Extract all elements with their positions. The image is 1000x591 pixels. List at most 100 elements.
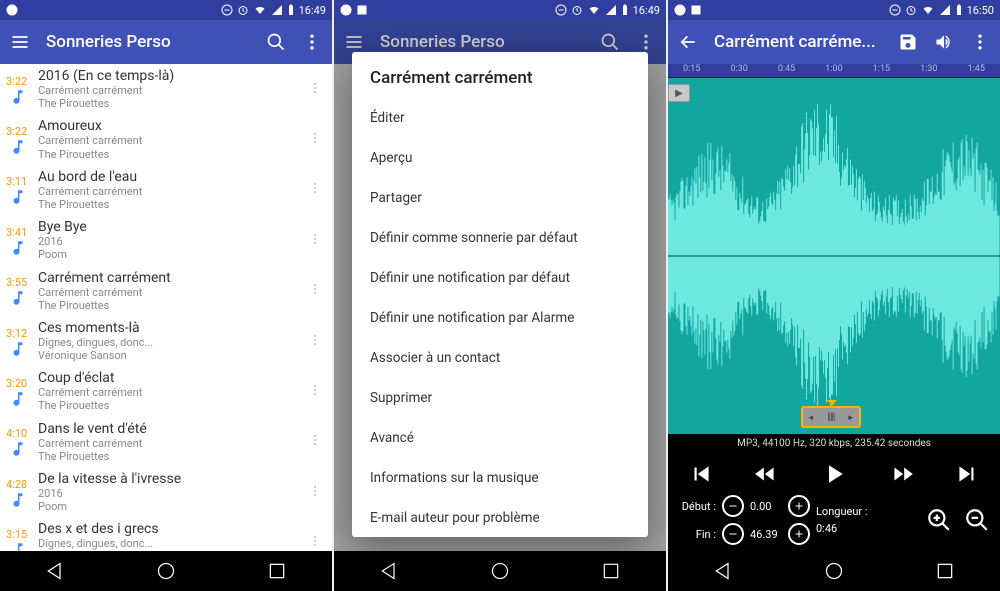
nav-home[interactable] [490, 561, 510, 581]
nav-recent[interactable] [601, 561, 621, 581]
end-minus-button[interactable] [722, 523, 744, 545]
start-value: 0.00 [750, 500, 782, 513]
spotify-icon [340, 4, 352, 16]
song-artist: The Pirouettes [38, 148, 308, 161]
save-button[interactable] [898, 32, 918, 52]
alarm-icon [905, 4, 917, 16]
dialog-item[interactable]: Informations sur la musique [352, 458, 648, 498]
spotify-icon [6, 4, 18, 16]
song-duration: 3:55 [6, 274, 34, 289]
song-more-button[interactable] [308, 432, 322, 451]
song-row[interactable]: 3:222016 (En ce temps-là)Carrément carré… [0, 64, 332, 114]
app-bar: Sonneries Perso [0, 20, 332, 64]
zoom-out-button[interactable] [964, 507, 990, 533]
overflow-button[interactable] [302, 32, 322, 52]
nav-recent[interactable] [935, 561, 955, 581]
play-button[interactable] [819, 459, 849, 489]
overflow-button[interactable] [970, 32, 990, 52]
song-more-button[interactable] [308, 231, 322, 250]
waveform[interactable]: ▶ ||||| [668, 78, 1000, 434]
dialog-item[interactable]: Définir une notification par Alarme [352, 298, 648, 338]
dialog-item[interactable]: Avancé [352, 418, 648, 458]
song-more-button[interactable] [308, 483, 322, 502]
song-duration: 3:20 [6, 375, 34, 390]
song-more-button[interactable] [308, 180, 322, 199]
dialog-item[interactable]: Définir comme sonnerie par défaut [352, 218, 648, 258]
song-row[interactable]: 3:55Carrément carrémentCarrément carréme… [0, 266, 332, 316]
trim-start-handle[interactable]: ▶ [668, 84, 690, 102]
song-row[interactable]: 3:41Bye Bye2016Poom [0, 215, 332, 265]
song-duration: 3:11 [6, 173, 34, 188]
song-row[interactable]: 3:11Au bord de l'eauCarrément carrémentT… [0, 165, 332, 215]
status-bar: 16:50 [668, 0, 1000, 20]
forward-button[interactable] [889, 461, 915, 487]
volume-icon [934, 32, 954, 52]
song-artist: Poom [38, 500, 308, 513]
song-more-button[interactable] [308, 332, 322, 351]
menu-button[interactable] [10, 32, 30, 52]
song-artist: The Pirouettes [38, 450, 308, 463]
dialog-item[interactable]: Éditer [352, 98, 648, 138]
song-row[interactable]: 4:28De la vitesse à l'ivresse2016Poom [0, 467, 332, 517]
song-album: 2016 [38, 235, 308, 248]
song-album: Carrément carrément [38, 386, 308, 399]
music-note-icon [6, 138, 30, 156]
search-button[interactable] [266, 32, 286, 52]
context-dialog: Carrément carrément ÉditerAperçuPartager… [352, 52, 648, 537]
back-button[interactable] [678, 32, 698, 52]
search-icon [266, 32, 286, 52]
nav-recent[interactable] [267, 561, 287, 581]
dialog-item[interactable]: Supprimer [352, 378, 648, 418]
music-note-icon [6, 390, 30, 408]
nav-back[interactable] [45, 561, 65, 581]
status-time: 16:50 [967, 4, 994, 17]
song-album: Carrément carrément [38, 84, 308, 97]
dialog-item[interactable]: Partager [352, 178, 648, 218]
scrub-thumb[interactable]: ||||| [801, 406, 861, 428]
dialog-item[interactable]: Définir une notification par défaut [352, 258, 648, 298]
song-more-button[interactable] [308, 533, 322, 551]
nav-home[interactable] [156, 561, 176, 581]
song-list[interactable]: 3:222016 (En ce temps-là)Carrément carré… [0, 64, 332, 551]
song-title: Au bord de l'eau [38, 169, 308, 185]
song-row[interactable]: 3:20Coup d'éclatCarrément carrémentThe P… [0, 366, 332, 416]
song-duration: 3:22 [6, 123, 34, 138]
skip-end-button[interactable] [954, 461, 980, 487]
song-duration: 4:10 [6, 425, 34, 440]
signal-icon [939, 4, 951, 16]
song-more-button[interactable] [308, 80, 322, 99]
start-minus-button[interactable] [722, 495, 744, 517]
song-duration: 3:15 [6, 526, 34, 541]
dialog-item[interactable]: Aperçu [352, 138, 648, 178]
zoom-in-button[interactable] [926, 507, 952, 533]
nav-back[interactable] [713, 561, 733, 581]
start-plus-button[interactable] [788, 495, 810, 517]
trim-fields: Début : 0.00 Fin : 46.39 Longueur : 0:46 [668, 495, 1000, 551]
hamburger-icon [10, 32, 30, 52]
song-row[interactable]: 3:15Des x et des i grecsDignes, dingues,… [0, 517, 332, 551]
dialog-item[interactable]: Associer à un contact [352, 338, 648, 378]
song-more-button[interactable] [308, 130, 322, 149]
nav-home[interactable] [824, 561, 844, 581]
nav-back[interactable] [379, 561, 399, 581]
song-title: Ces moments-là [38, 320, 308, 336]
song-more-button[interactable] [308, 281, 322, 300]
song-more-button[interactable] [308, 382, 322, 401]
song-artist: The Pirouettes [38, 198, 308, 211]
battery-icon [955, 4, 963, 16]
dialog-item[interactable]: E-mail auteur pour problème [352, 498, 648, 537]
volume-button[interactable] [934, 32, 954, 52]
end-plus-button[interactable] [788, 523, 810, 545]
skip-start-button[interactable] [688, 461, 714, 487]
timeline-ruler: 0:150:300:451:001:151:301:45 [668, 64, 1000, 78]
song-row[interactable]: 3:22AmoureuxCarrément carrémentThe Pirou… [0, 114, 332, 164]
song-artist: The Pirouettes [38, 97, 308, 110]
song-album: 2016 [38, 487, 308, 500]
screen-context-menu: 16:49 Sonneries Perso Carrément carrémen… [334, 0, 666, 591]
song-row[interactable]: 3:12Ces moments-làDignes, dingues, donc.… [0, 316, 332, 366]
wifi-icon [587, 4, 601, 16]
song-duration: 3:22 [6, 73, 34, 88]
rewind-button[interactable] [753, 461, 779, 487]
song-row[interactable]: 4:10Dans le vent d'étéCarrément carrémen… [0, 417, 332, 467]
song-artist: Poom [38, 248, 308, 261]
